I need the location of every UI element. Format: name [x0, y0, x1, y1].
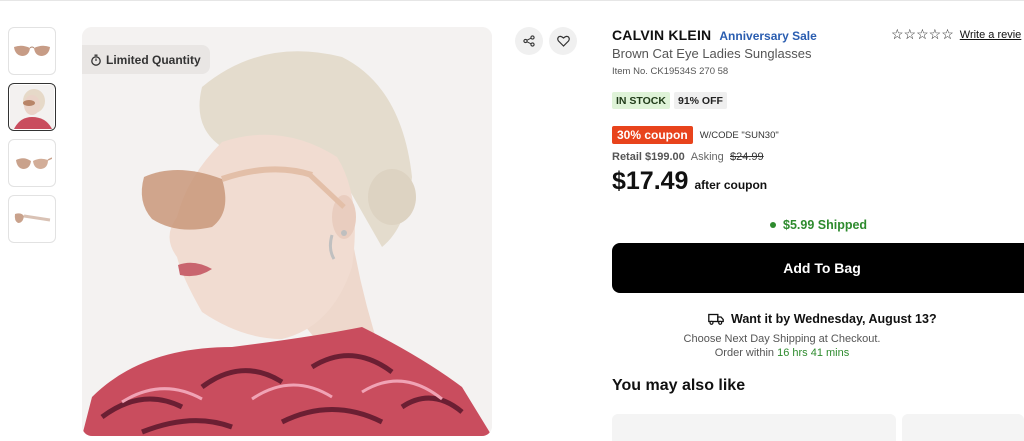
thumbnail-sunglasses-front[interactable]	[8, 27, 56, 75]
asking-price: $24.99	[730, 151, 764, 163]
brand-name[interactable]: CALVIN KLEIN	[612, 27, 711, 43]
order-within-prefix: Order within	[714, 347, 775, 359]
green-dot-icon	[770, 222, 776, 228]
after-coupon-label: after coupon	[694, 178, 768, 192]
shipping-price: $5.99 Shipped	[783, 218, 868, 232]
model-wearing-sunglasses-image	[82, 27, 492, 436]
brand-row: CALVIN KLEIN Anniversary Sale	[612, 27, 817, 43]
product-main-image[interactable]: Limited Quantity	[82, 27, 492, 436]
sunglasses-front-icon	[14, 45, 50, 56]
heart-icon	[556, 35, 570, 47]
final-price-row: $17.49 after coupon	[612, 167, 767, 196]
add-to-bag-button[interactable]: Add To Bag	[612, 243, 1024, 293]
truck-icon	[708, 313, 724, 325]
sale-label[interactable]: Anniversary Sale	[719, 29, 816, 43]
coupon-badge[interactable]: 30% coupon	[612, 126, 693, 144]
thumbnail-sunglasses-angle[interactable]	[8, 139, 56, 187]
sunglasses-angle-icon	[16, 157, 52, 169]
rating-stars-icon[interactable]: ☆☆☆☆☆	[891, 26, 954, 43]
thumbnail-sunglasses-side[interactable]	[8, 195, 56, 243]
recommendations-heading: You may also like	[612, 377, 746, 394]
shipping-note: Choose Next Day Shipping at Checkout. Or…	[612, 332, 952, 360]
coupon-row: 30% coupon W/CODE "SUN30"	[612, 126, 779, 144]
discount-badge: 91% OFF	[673, 92, 727, 109]
limited-quantity-badge: Limited Quantity	[82, 45, 210, 74]
coupon-code: W/CODE "SUN30"	[699, 129, 779, 141]
recommendation-card[interactable]	[902, 414, 1024, 441]
delivery-estimate: Want it by Wednesday, August 13?	[708, 312, 937, 326]
share-icon	[523, 35, 535, 47]
recommendation-card[interactable]	[612, 414, 896, 441]
rating-row: ☆☆☆☆☆ Write a revie	[891, 26, 1021, 43]
status-tags: IN STOCK 91% OFF	[612, 92, 727, 109]
item-number: Item No. CK19534S 270 58	[612, 66, 729, 77]
price-comparison: Retail $199.00 Asking	[612, 151, 724, 163]
stopwatch-icon	[91, 54, 101, 66]
order-countdown: 16 hrs 41 mins	[777, 347, 850, 359]
product-info-panel: CALVIN KLEIN Anniversary Sale ☆☆☆☆☆ Writ…	[612, 0, 1024, 441]
delivery-headline: Want it by Wednesday, August 13?	[731, 312, 937, 326]
thumbnail-list	[8, 27, 58, 251]
next-day-note: Choose Next Day Shipping at Checkout.	[683, 333, 881, 345]
asking-price-wrap: $24.99	[730, 151, 764, 163]
order-within-line: Order within 16 hrs 41 mins	[612, 346, 952, 360]
thumbnail-model-side[interactable]	[8, 83, 56, 131]
shipping-status: $5.99 Shipped	[770, 218, 867, 232]
limited-quantity-label: Limited Quantity	[106, 52, 201, 67]
product-title: Brown Cat Eye Ladies Sunglasses	[612, 46, 812, 61]
model-thumbnail-icon	[10, 85, 54, 129]
write-review-link[interactable]: Write a revie	[960, 29, 1022, 41]
asking-label: Asking	[690, 151, 724, 163]
sunglasses-side-icon	[14, 213, 51, 223]
retail-price: Retail $199.00	[612, 151, 685, 163]
final-price: $17.49	[612, 167, 689, 195]
wishlist-button[interactable]	[549, 27, 577, 55]
share-button[interactable]	[515, 27, 543, 55]
in-stock-badge: IN STOCK	[612, 92, 670, 109]
